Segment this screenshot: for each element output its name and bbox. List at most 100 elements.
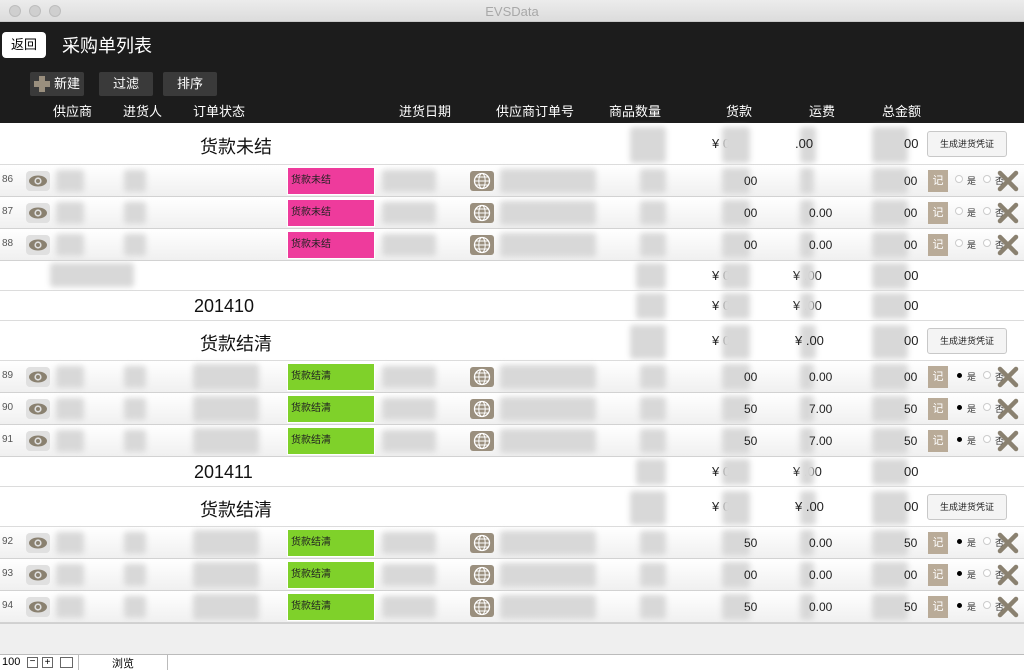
view-eye-icon[interactable]	[26, 431, 50, 451]
column-header-purchaser[interactable]: 进货人	[123, 101, 162, 120]
record-button[interactable]: 记	[928, 366, 948, 388]
redacted-value	[640, 531, 666, 555]
sort-button[interactable]: 排序	[163, 72, 217, 96]
column-header-total[interactable]: 总金额	[882, 101, 921, 120]
row-goods-amount: 00	[744, 238, 758, 252]
order-status-badge[interactable]: 货款结清	[287, 593, 375, 621]
order-status-badge[interactable]: 货款未结	[287, 199, 375, 227]
view-eye-icon[interactable]	[26, 533, 50, 553]
record-button[interactable]: 记	[928, 202, 948, 224]
zoom-out-icon[interactable]: −	[27, 657, 38, 668]
delete-x-icon[interactable]	[996, 201, 1020, 225]
yes-radio[interactable]	[955, 207, 963, 215]
column-header-quantity[interactable]: 商品数量	[609, 101, 661, 120]
view-eye-icon[interactable]	[26, 171, 50, 191]
row-number: 86	[2, 174, 14, 185]
new-button[interactable]: 新建	[30, 72, 84, 96]
order-status-badge[interactable]: 货款未结	[287, 167, 375, 195]
filter-button[interactable]: 过滤	[99, 72, 153, 96]
table-row[interactable]: 90 货款结清 50 7.00 50 记是否	[0, 393, 1024, 425]
zoom-in-icon[interactable]: +	[42, 657, 53, 668]
no-radio[interactable]	[983, 403, 991, 411]
view-eye-icon[interactable]	[26, 565, 50, 585]
delete-x-icon[interactable]	[996, 595, 1020, 619]
table-row[interactable]: 93 货款结清 00 0.00 00 记是否	[0, 559, 1024, 591]
delete-x-icon[interactable]	[996, 531, 1020, 555]
yes-radio[interactable]	[957, 603, 962, 608]
column-header-freight[interactable]: 运费	[809, 101, 835, 120]
order-status-badge[interactable]: 货款结清	[287, 561, 375, 589]
globe-icon[interactable]	[470, 597, 494, 617]
delete-x-icon[interactable]	[996, 563, 1020, 587]
column-header-supplier[interactable]: 供应商	[53, 101, 92, 120]
table-row[interactable]: 94 货款结清 50 0.00 50 记是否	[0, 591, 1024, 623]
layout-toggle-icon[interactable]	[60, 657, 73, 668]
view-eye-icon[interactable]	[26, 235, 50, 255]
globe-icon[interactable]	[470, 399, 494, 419]
column-header-order-status[interactable]: 订单状态	[193, 101, 245, 120]
delete-x-icon[interactable]	[996, 429, 1020, 453]
yes-radio[interactable]	[957, 405, 962, 410]
order-status-badge[interactable]: 货款结清	[287, 363, 375, 391]
column-header-supplier-order-no[interactable]: 供应商订单号	[496, 101, 574, 120]
yes-radio[interactable]	[955, 239, 963, 247]
order-status-badge[interactable]: 货款未结	[287, 231, 375, 259]
generate-voucher-button[interactable]: 生成进货凭证	[927, 131, 1007, 157]
globe-icon[interactable]	[470, 367, 494, 387]
no-radio[interactable]	[983, 435, 991, 443]
delete-x-icon[interactable]	[996, 397, 1020, 421]
table-row[interactable]: 86 货款未结 00 00 记是否	[0, 165, 1024, 197]
delete-x-icon[interactable]	[996, 169, 1020, 193]
redacted-value	[800, 168, 814, 194]
no-radio[interactable]	[983, 175, 991, 183]
no-radio[interactable]	[983, 601, 991, 609]
record-button[interactable]: 记	[928, 398, 948, 420]
table-row[interactable]: 91 货款结清 50 7.00 50 记是否	[0, 425, 1024, 457]
table-row[interactable]: 92 货款结清 50 0.00 50 记是否	[0, 527, 1024, 559]
no-radio[interactable]	[983, 569, 991, 577]
globe-icon[interactable]	[470, 171, 494, 191]
yes-radio[interactable]	[957, 539, 962, 544]
zoom-level[interactable]: 100	[2, 656, 20, 668]
mode-indicator[interactable]: 浏览	[78, 655, 168, 670]
generate-voucher-button[interactable]: 生成进货凭证	[927, 494, 1007, 520]
record-button[interactable]: 记	[928, 234, 948, 256]
column-header-goods-amount[interactable]: 货款	[726, 101, 752, 120]
redacted-value	[382, 564, 436, 586]
no-radio[interactable]	[983, 537, 991, 545]
table-row[interactable]: 89 货款结清 00 0.00 00 记是否	[0, 361, 1024, 393]
delete-x-icon[interactable]	[996, 365, 1020, 389]
redacted-value	[636, 459, 666, 485]
no-radio[interactable]	[983, 207, 991, 215]
order-status-badge[interactable]: 货款结清	[287, 529, 375, 557]
record-button[interactable]: 记	[928, 564, 948, 586]
record-button[interactable]: 记	[928, 430, 948, 452]
table-row[interactable]: 87 货款未结 00 0.00 00 记是否	[0, 197, 1024, 229]
generate-voucher-button[interactable]: 生成进货凭证	[927, 328, 1007, 354]
order-status-badge[interactable]: 货款结清	[287, 427, 375, 455]
globe-icon[interactable]	[470, 235, 494, 255]
delete-x-icon[interactable]	[996, 233, 1020, 257]
no-radio[interactable]	[983, 239, 991, 247]
view-eye-icon[interactable]	[26, 367, 50, 387]
globe-icon[interactable]	[470, 533, 494, 553]
record-button[interactable]: 记	[928, 170, 948, 192]
record-button[interactable]: 记	[928, 596, 948, 618]
view-eye-icon[interactable]	[26, 399, 50, 419]
no-radio[interactable]	[983, 371, 991, 379]
globe-icon[interactable]	[470, 203, 494, 223]
back-button[interactable]: 返回	[2, 32, 46, 58]
yes-radio[interactable]	[957, 571, 962, 576]
yes-radio[interactable]	[957, 373, 962, 378]
record-button[interactable]: 记	[928, 532, 948, 554]
yes-radio[interactable]	[957, 437, 962, 442]
globe-icon[interactable]	[470, 565, 494, 585]
order-status-badge[interactable]: 货款结清	[287, 395, 375, 423]
view-eye-icon[interactable]	[26, 597, 50, 617]
yes-radio[interactable]	[955, 175, 963, 183]
column-header-purchase-date[interactable]: 进货日期	[399, 101, 451, 120]
globe-icon[interactable]	[470, 431, 494, 451]
table-row[interactable]: 88 货款未结 00 0.00 00 记是否	[0, 229, 1024, 261]
redacted-value	[722, 127, 750, 163]
view-eye-icon[interactable]	[26, 203, 50, 223]
